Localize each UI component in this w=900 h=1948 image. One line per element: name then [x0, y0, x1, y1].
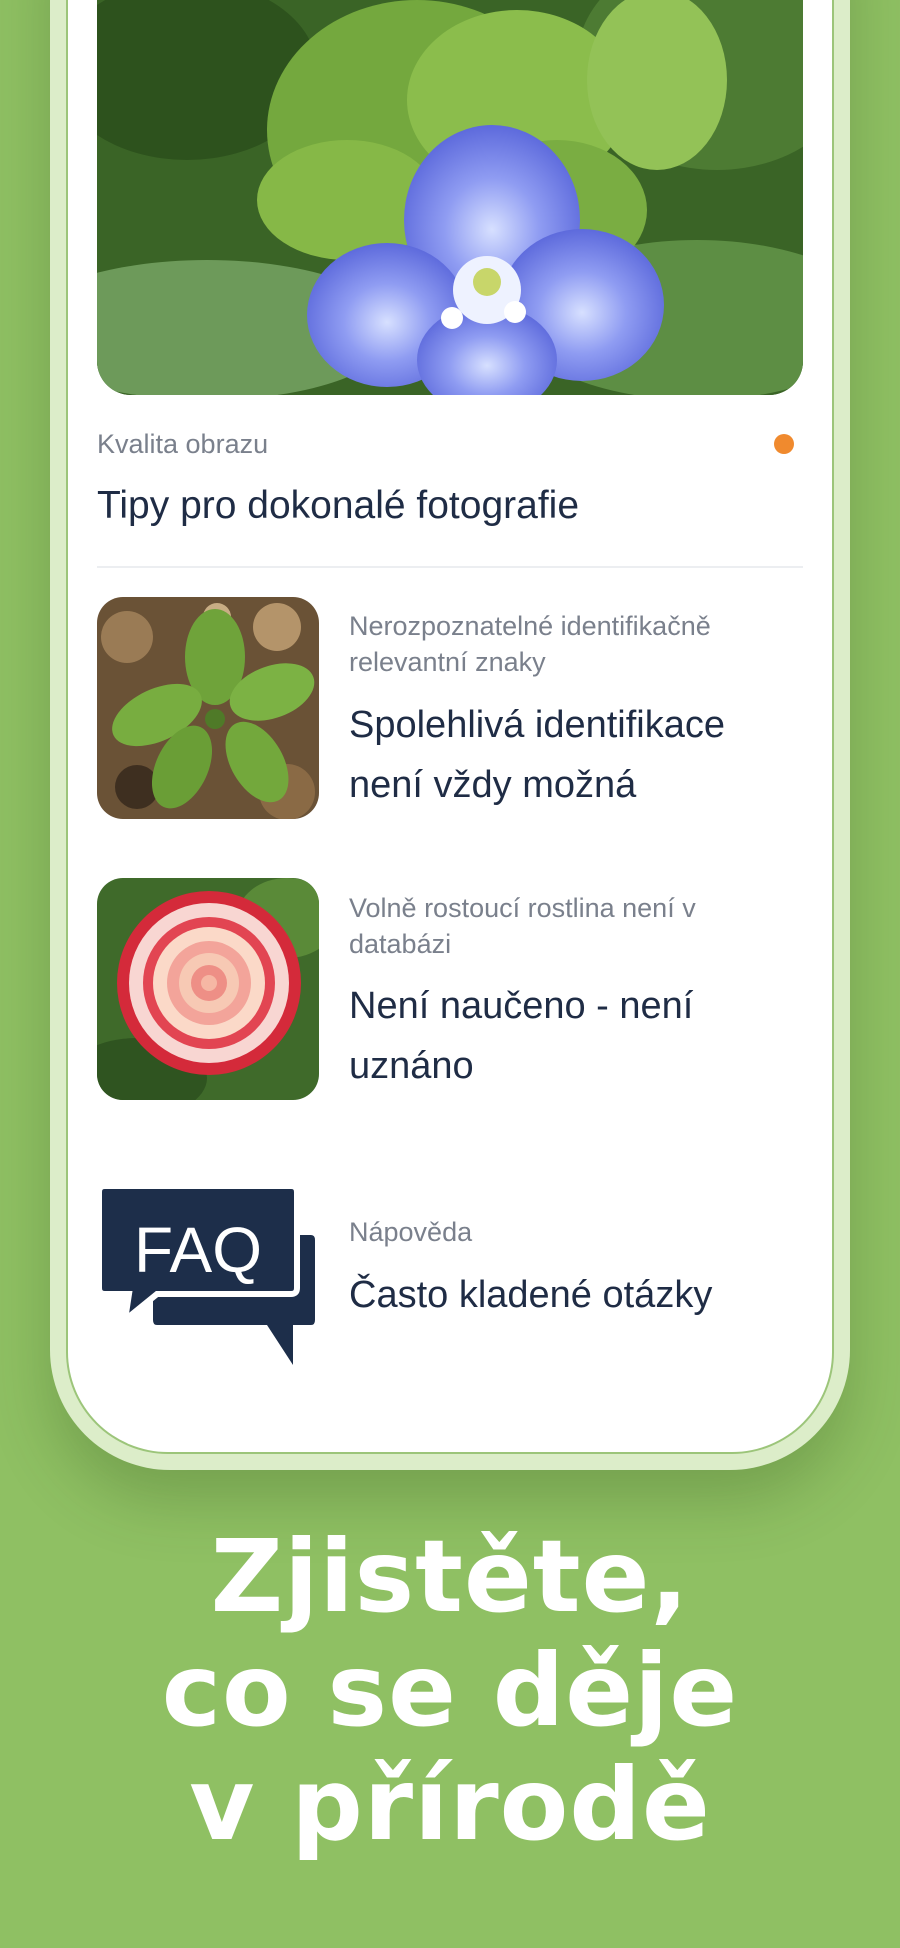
article-category: Nápověda: [349, 1217, 473, 1247]
hero-article-category: Kvalita obrazu: [97, 429, 269, 459]
slogan-line-1: Zjistěte,: [210, 1518, 690, 1635]
article-title[interactable]: Spolehlivá identifikace není vždy možná: [349, 695, 789, 815]
article-thumbnail-leaf[interactable]: [97, 597, 319, 819]
faq-icon[interactable]: FAQ: [96, 1180, 319, 1375]
divider: [97, 566, 803, 568]
speedwell-flower-photo: [97, 0, 803, 395]
article-title[interactable]: Často kladené otázky: [349, 1265, 712, 1325]
faq-icon-text: FAQ: [134, 1214, 262, 1286]
marketing-slogan: Zjistěte, co se děje v přírodě: [0, 1520, 900, 1862]
article-title[interactable]: Není naučeno - není uznáno: [349, 976, 789, 1096]
leaf-photo: [97, 597, 319, 819]
slogan-line-2: co se děje: [161, 1632, 739, 1749]
hero-article-title[interactable]: Tipy pro dokonalé fotografie: [97, 476, 579, 536]
unread-dot: [774, 434, 794, 454]
hero-article-image[interactable]: [97, 0, 803, 395]
faq-chat-bubble-icon: FAQ: [96, 1183, 315, 1365]
article-category: Volně rostoucí rostlina není v databázi: [349, 893, 696, 959]
slogan-line-3: v přírodě: [189, 1746, 711, 1863]
rose-photo: [97, 878, 319, 1100]
article-thumbnail-rose[interactable]: [97, 878, 319, 1100]
article-category: Nerozpoznatelné identifikačně relevantní…: [349, 611, 711, 677]
